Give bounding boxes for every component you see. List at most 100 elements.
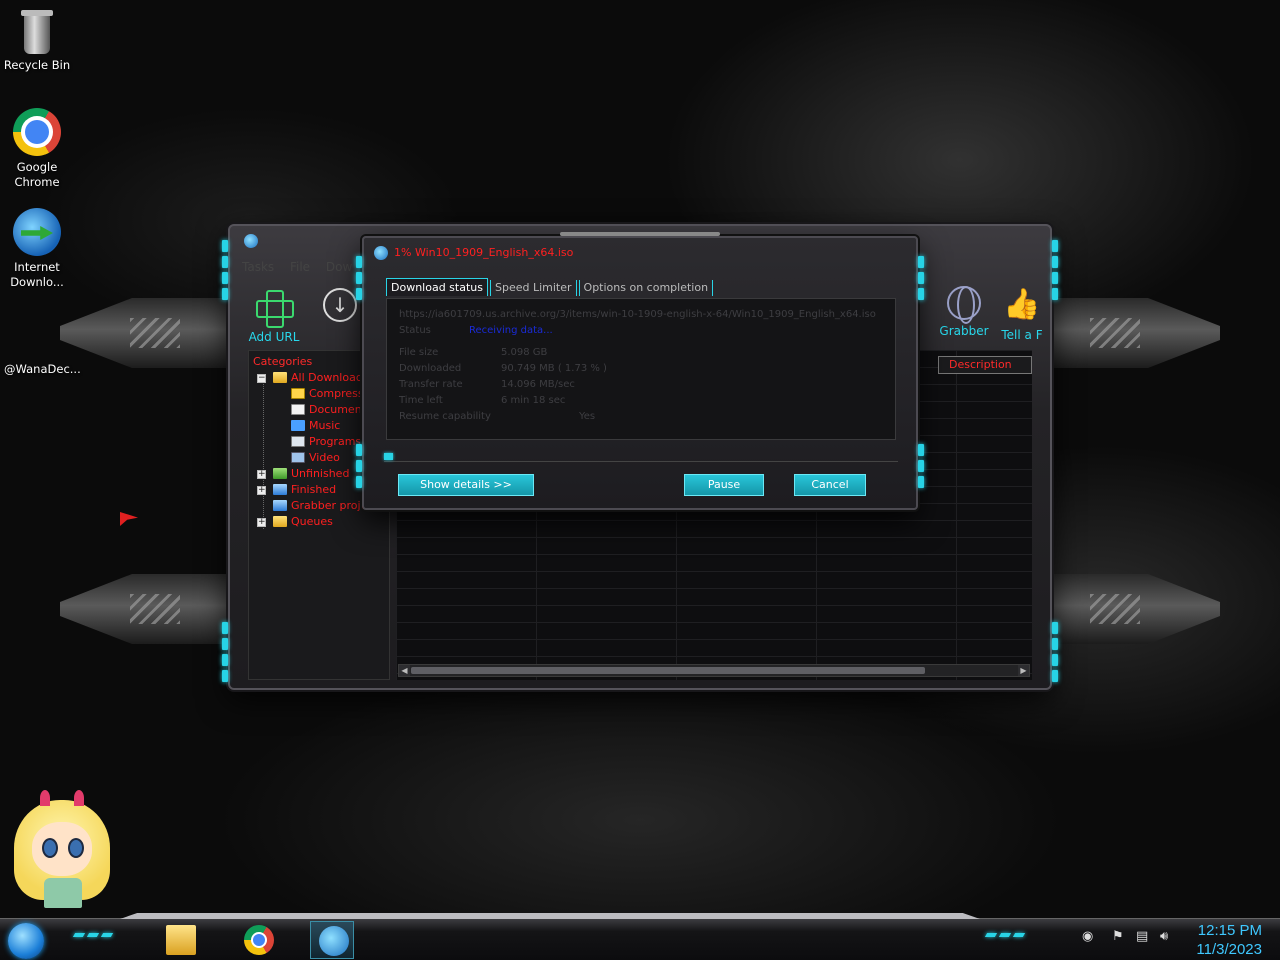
chrome-icon: [13, 108, 61, 156]
category-label: Unfinished: [291, 467, 350, 480]
cyan-lights-decoration: [72, 933, 114, 937]
scroll-left-icon[interactable]: ◀: [399, 665, 410, 676]
dialog-top-decoration: [560, 232, 720, 236]
tell-a-friend-label: Tell a F: [1001, 328, 1043, 342]
row-label: Time left: [399, 395, 443, 406]
desktop-icon-label: Google Chrome: [14, 160, 60, 189]
expand-toggle[interactable]: +: [257, 486, 266, 495]
tab-options-on-completion[interactable]: Options on completion: [578, 280, 714, 296]
download-progress-dialog: 1% Win10_1909_English_x64.iso Download s…: [356, 232, 924, 510]
progress-fill: [384, 453, 393, 460]
scrollbar-thumb[interactable]: [411, 667, 925, 674]
category-label: Video: [309, 451, 340, 464]
pause-button[interactable]: Pause: [684, 474, 764, 496]
cyan-lights-decoration: [356, 256, 362, 300]
stripes-decoration: [1090, 318, 1140, 348]
idm-icon: [13, 208, 61, 256]
desktop-icon-google-chrome[interactable]: Google Chrome: [0, 108, 74, 190]
taskbar-clock[interactable]: 12:15 PM 11/3/2023: [1196, 921, 1262, 959]
cursor-flag-icon: [120, 512, 138, 526]
category-queues[interactable]: + Queues: [249, 514, 389, 530]
taskbar: ◉ ⚑ ▤ 🔊︎ 12:15 PM 11/3/2023: [0, 913, 1280, 960]
download-url: https://ia601709.us.archive.org/3/items/…: [399, 309, 876, 320]
row-value: 6 min 18 sec: [501, 395, 566, 406]
grabber-folder-icon: [273, 500, 287, 511]
tab-speed-limiter[interactable]: Speed Limiter: [489, 280, 577, 296]
desktop-icon-internet-download-manager[interactable]: Internet Downlo...: [0, 208, 74, 290]
menu-file[interactable]: File: [290, 260, 310, 274]
menu-tasks[interactable]: Tasks: [242, 260, 274, 274]
clock-time: 12:15 PM: [1197, 922, 1262, 939]
category-label: Music: [309, 419, 341, 432]
resume-capability-row: Resume capability Yes: [399, 411, 595, 422]
zip-icon: [291, 388, 305, 399]
expand-toggle[interactable]: +: [257, 470, 266, 479]
transfer-rate-row: Transfer rate 14.096 MB/sec: [399, 379, 575, 390]
sticker-body: [44, 878, 82, 908]
start-button[interactable]: [8, 923, 44, 959]
cyan-lights-decoration: [356, 444, 362, 488]
sticker-eye: [68, 838, 84, 858]
sticker-horn: [40, 790, 50, 806]
row-label: Downloaded: [399, 363, 462, 374]
expand-toggle[interactable]: +: [257, 518, 266, 527]
dialog-app-icon: [374, 246, 388, 260]
time-left-row: Time left 6 min 18 sec: [399, 395, 565, 406]
row-label: Transfer rate: [399, 379, 463, 390]
row-label: Resume capability: [399, 411, 491, 422]
unfinished-folder-icon: [273, 468, 287, 479]
globe-grabber-icon: [947, 286, 981, 324]
category-label: All Downloads: [291, 371, 369, 384]
desktop-icon-label: Recycle Bin: [3, 58, 71, 72]
stripes-decoration: [130, 594, 180, 624]
category-label: Programs: [309, 435, 362, 448]
tray-idm-icon[interactable]: ◉: [1082, 929, 1093, 944]
video-icon: [291, 452, 305, 463]
status-label: Status: [399, 325, 431, 336]
tray-flag-icon[interactable]: ⚑: [1112, 929, 1124, 944]
tray-network-icon[interactable]: ▤: [1136, 929, 1148, 944]
tray-volume-icon[interactable]: 🔊︎: [1160, 929, 1168, 944]
add-url-label: Add URL: [248, 330, 300, 344]
category-label: Finished: [291, 483, 337, 496]
document-icon: [291, 404, 305, 415]
resume-button[interactable]: [320, 288, 360, 326]
clock-date: 11/3/2023: [1196, 941, 1262, 958]
program-icon: [291, 436, 305, 447]
file-size-row: File size 5.098 GB: [399, 347, 547, 358]
taskbar-idm[interactable]: [310, 921, 354, 959]
cyan-lights-decoration: [222, 240, 228, 300]
category-label: Queues: [291, 515, 333, 528]
desktop-icon-recycle-bin[interactable]: Recycle Bin: [0, 10, 74, 73]
menu-downloads[interactable]: Dow: [326, 260, 352, 274]
cancel-button[interactable]: Cancel: [794, 474, 866, 496]
show-details-button[interactable]: Show details >>: [398, 474, 534, 496]
cyan-lights-decoration: [222, 622, 228, 682]
grabber-button[interactable]: Grabber: [936, 286, 992, 338]
tell-a-friend-button[interactable]: 👍 Tell a F: [1000, 286, 1044, 342]
taskbar-chrome[interactable]: [236, 921, 280, 959]
horizontal-scrollbar[interactable]: ◀ ▶: [398, 664, 1030, 677]
tab-download-status[interactable]: Download status: [386, 278, 488, 296]
sticker-horn: [74, 790, 84, 806]
idm-icon: [319, 926, 349, 956]
cartoon-sticker: [10, 790, 114, 918]
music-icon: [291, 420, 305, 431]
column-header-description[interactable]: Description: [938, 356, 1032, 374]
scroll-right-icon[interactable]: ▶: [1018, 665, 1029, 676]
taskbar-file-explorer[interactable]: [158, 921, 202, 959]
status-row: Status Receiving data...: [399, 325, 553, 336]
folder-icon: [166, 925, 196, 955]
collapse-toggle[interactable]: −: [257, 374, 266, 383]
grabber-label: Grabber: [939, 324, 989, 338]
thumbs-up-icon: 👍: [1003, 287, 1041, 322]
dialog-tabs: Download status Speed Limiter Options on…: [386, 278, 714, 296]
row-value: Yes: [579, 411, 596, 422]
sticker-eye: [42, 838, 58, 858]
add-url-button[interactable]: Add URL: [246, 288, 302, 344]
user-label: @WanaDec...: [4, 362, 81, 376]
downloaded-row: Downloaded 90.749 MB ( 1.73 % ): [399, 363, 607, 374]
download-status-panel: https://ia601709.us.archive.org/3/items/…: [386, 298, 896, 440]
desktop-icon-label: Internet Downlo...: [10, 260, 64, 289]
cyan-lights-decoration: [918, 256, 924, 300]
